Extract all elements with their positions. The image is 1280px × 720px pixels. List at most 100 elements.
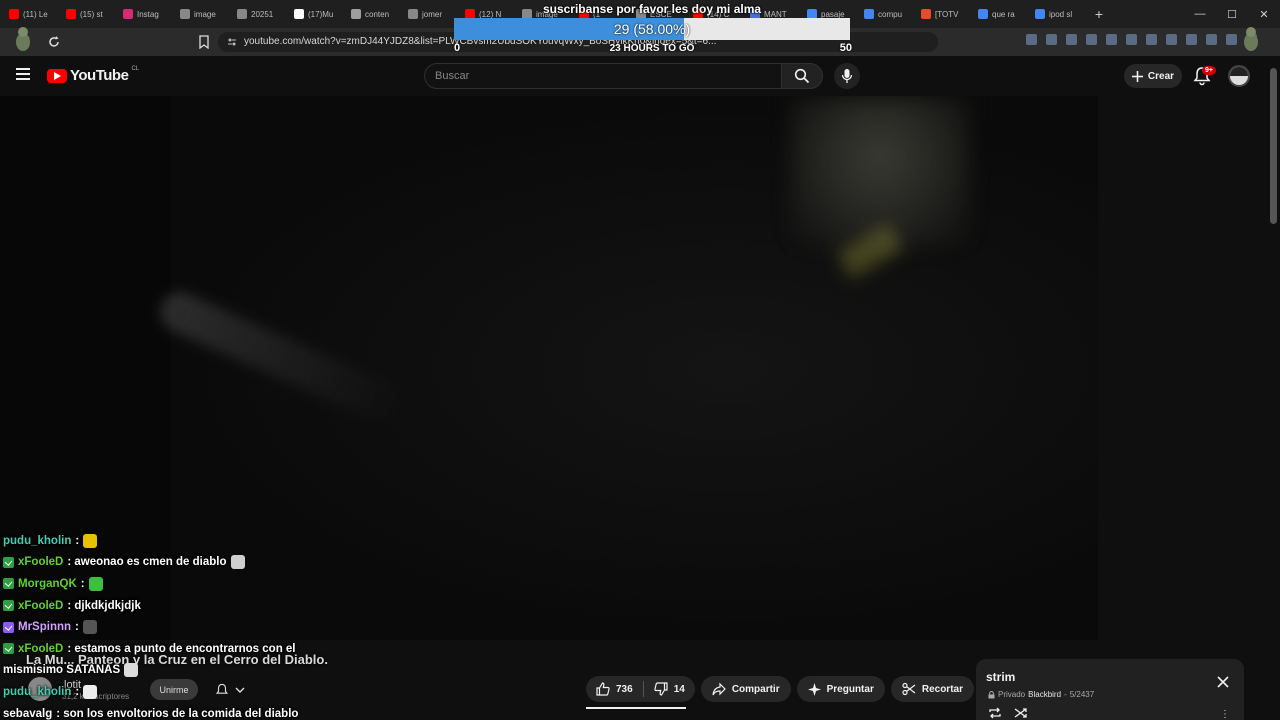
like-dislike-group: 736 14 xyxy=(586,676,695,702)
microphone-icon xyxy=(841,69,853,83)
tab-label: jomer xyxy=(422,9,443,19)
chat-message: xFooleD: estamos a punto de encontrarnos… xyxy=(3,638,303,660)
browser-tab[interactable]: image xyxy=(175,3,232,25)
chat-username: sebavalg xyxy=(3,707,53,720)
chat-badge-icon xyxy=(3,600,14,612)
youtube-play-icon xyxy=(47,68,67,83)
tab-label: (11) Le xyxy=(23,9,48,19)
tab-label: [TOTV xyxy=(935,9,959,19)
chat-message: MorganQK: xyxy=(3,573,303,595)
shuffle-icon[interactable] xyxy=(1014,707,1028,719)
minimize-icon[interactable]: — xyxy=(1184,8,1216,20)
share-button[interactable]: Compartir xyxy=(700,676,791,702)
browser-tab[interactable]: (17)Mu xyxy=(289,3,346,25)
extension-icon[interactable] xyxy=(1106,34,1117,45)
chat-badge-icon xyxy=(3,621,14,633)
site-info-icon[interactable] xyxy=(227,37,237,47)
chat-text: : djkdkjdkjdjk xyxy=(67,599,141,612)
close-window-icon[interactable]: ✕ xyxy=(1248,8,1280,21)
window-controls: — ☐ ✕ xyxy=(1184,0,1280,28)
browser-tab[interactable]: [TOTV xyxy=(916,3,973,25)
country-code: CL xyxy=(131,65,140,72)
extension-icon[interactable] xyxy=(1226,34,1237,45)
playlist-privacy: Privado xyxy=(998,690,1026,699)
search-placeholder: Buscar xyxy=(435,70,470,82)
tab-favicon-icon xyxy=(237,9,247,19)
chat-username: xFooleD xyxy=(18,642,64,655)
account-avatar[interactable] xyxy=(1228,65,1250,87)
tab-favicon-icon xyxy=(123,9,133,19)
thumbs-up-icon xyxy=(596,682,610,696)
browser-tab[interactable]: conten xyxy=(346,3,403,25)
page-scrollbar[interactable] xyxy=(1270,68,1277,224)
bookmark-icon[interactable] xyxy=(198,35,210,49)
chat-message: xFooleD: djkdkjdkjdjk xyxy=(3,595,303,617)
share-icon xyxy=(712,682,726,696)
maximize-icon[interactable]: ☐ xyxy=(1216,8,1248,21)
browser-tab[interactable]: (11) Le xyxy=(4,3,61,25)
goal-title: suscribanse por favor les doy mi alma xyxy=(542,2,762,16)
tab-favicon-icon xyxy=(351,9,361,19)
search-button[interactable] xyxy=(781,63,823,89)
secondary-column xyxy=(1098,96,1280,640)
plus-icon xyxy=(1131,70,1143,82)
chat-username: xFooleD xyxy=(18,599,64,612)
playlist-more-icon[interactable]: ⋮ xyxy=(1220,709,1230,720)
tab-favicon-icon xyxy=(408,9,418,19)
extension-icon[interactable] xyxy=(1206,34,1217,45)
menu-icon[interactable] xyxy=(16,68,30,82)
browser-tab[interactable]: compu xyxy=(859,3,916,25)
extension-icon[interactable] xyxy=(1166,34,1177,45)
extension-icon[interactable] xyxy=(1046,34,1057,45)
subscriber-goal-widget: suscribanse por favor les doy mi alma 29… xyxy=(452,0,852,56)
loop-icon[interactable] xyxy=(988,707,1002,719)
extension-icon[interactable] xyxy=(1086,34,1097,45)
browser-tab[interactable]: que ra xyxy=(973,3,1030,25)
browser-tab[interactable]: ipod sl xyxy=(1030,3,1087,25)
browser-tab[interactable]: (15) st xyxy=(61,3,118,25)
chat-message: MrSpinnn: xyxy=(3,616,303,638)
goal-time-left: 23 HOURS TO GO xyxy=(609,43,695,54)
tab-favicon-icon xyxy=(66,9,76,19)
youtube-logo[interactable]: YouTube CL xyxy=(47,65,140,84)
search-icon xyxy=(794,68,810,84)
chat-text: : xyxy=(75,621,79,634)
browser-tab[interactable]: 20251 xyxy=(232,3,289,25)
chat-badge-icon xyxy=(3,556,14,568)
extension-icon[interactable] xyxy=(1186,34,1197,45)
tab-label: que ra xyxy=(992,9,1015,19)
goal-max: 50 xyxy=(839,42,852,54)
chat-text: : son los envoltorios de la comida del d… xyxy=(56,707,299,720)
like-button[interactable]: 736 xyxy=(586,682,643,696)
chat-badge-icon xyxy=(3,578,14,590)
extension-icon[interactable] xyxy=(1146,34,1157,45)
reload-icon[interactable] xyxy=(47,35,61,49)
scissors-icon xyxy=(902,682,916,696)
chat-emote-icon xyxy=(230,555,245,570)
create-label: Crear xyxy=(1147,70,1175,82)
chat-text: : xyxy=(80,577,85,590)
new-tab-button[interactable]: + xyxy=(1091,6,1107,22)
playlist-title[interactable]: strim xyxy=(986,670,1015,684)
voice-search-button[interactable] xyxy=(834,63,860,89)
chat-message: sebavalg: son los envoltorios de la comi… xyxy=(3,703,303,720)
clip-button[interactable]: Recortar xyxy=(890,676,974,702)
dislike-button[interactable]: 14 xyxy=(644,682,695,696)
search-input[interactable]: Buscar xyxy=(424,63,782,89)
chat-username: MrSpinnn xyxy=(18,621,72,634)
like-count: 736 xyxy=(616,683,633,695)
thumbs-down-icon xyxy=(654,682,668,696)
playlist-position: 5/2437 xyxy=(1069,690,1095,699)
extension-icon[interactable] xyxy=(1126,34,1137,45)
chat-emote-icon xyxy=(124,663,139,678)
extension-icon[interactable] xyxy=(1026,34,1037,45)
ask-button[interactable]: Preguntar xyxy=(796,676,885,702)
chat-emote-icon xyxy=(83,533,98,548)
close-icon[interactable] xyxy=(1216,675,1230,689)
playlist-owner[interactable]: Blackbird xyxy=(1028,690,1061,699)
extension-icon[interactable] xyxy=(1066,34,1077,45)
browser-tab[interactable]: Instag xyxy=(118,3,175,25)
extension-icons xyxy=(1026,34,1257,45)
create-button[interactable]: Crear xyxy=(1124,64,1182,88)
tab-label: 20251 xyxy=(251,9,274,19)
